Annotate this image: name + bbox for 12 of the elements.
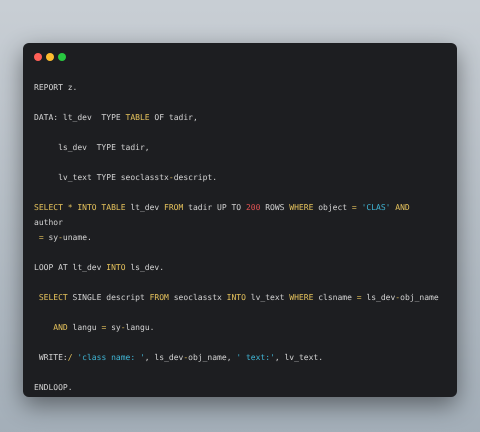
code-line: ENDLOOP. — [34, 382, 73, 394]
code-line: ls_dev TYPE tadir, — [57, 142, 150, 154]
code-line: DATA: lt_dev TYPE TABLE OF tadir, — [34, 112, 198, 124]
code-line: WRITE:/ 'class name: ', ls_dev-obj_name, ' text:', lv_text. — [38, 352, 324, 364]
code-line: SELECT SINGLE descript FROM seoclasstx INTO lv_text WHERE clsname = ls_dev-obj_name — [38, 292, 439, 304]
code-line: REPORT z. — [34, 82, 78, 94]
code-line: lv_text TYPE seoclasstx-descript. — [57, 172, 218, 184]
code-line: AND langu = sy-langu. — [52, 322, 154, 334]
code-line: author — [34, 217, 63, 229]
code-line: = sy-uname. — [38, 232, 92, 244]
code-line: LOOP AT lt_dev INTO ls_dev. — [34, 262, 164, 274]
code-line: SELECT * INTO TABLE lt_dev FROM tadir UP TO 200 ROWS WHERE object = 'CLAS' AND — [34, 202, 410, 214]
